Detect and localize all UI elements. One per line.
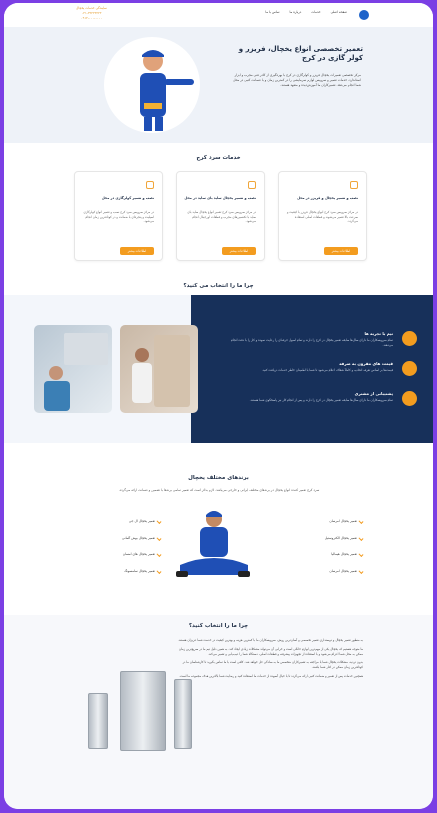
handshake-icon bbox=[402, 361, 417, 376]
service-card: نصب و تعمیر یخچال و فریزر در محل در مرکز… bbox=[278, 171, 367, 261]
service-cards: نصب و تعمیر یخچال و فریزر در محل در مرکز… bbox=[72, 171, 367, 261]
technician-photo bbox=[34, 325, 112, 413]
hero-section: تعمیر تخصصی انواع یخچال، فریزر و کولر گا… bbox=[4, 27, 433, 143]
logo[interactable] bbox=[359, 10, 369, 20]
feature-title: پشتیبانی از مشتری bbox=[354, 391, 393, 396]
brands-list-left: تعمیر یخچال ال جی تعمیر یخچال بوش آلمانی… bbox=[75, 519, 161, 585]
feature-title: قیمت های مقرون به صرفه bbox=[339, 361, 393, 366]
brands-subtitle: سرد کرج تعمیر کننده انواع یخچال در برنده… bbox=[118, 488, 320, 492]
feature-item: قیمت های مقرون به صرفه قیمت‌ها بر اساس ت… bbox=[221, 359, 417, 387]
team-icon bbox=[402, 331, 417, 346]
feature-text: قیمت‌ها بر اساس تعرفه اتحادیه و کاملاً ش… bbox=[261, 368, 393, 372]
fridge-image bbox=[88, 693, 108, 749]
card-title: نصب و تعمیر یخچال و فریزر در محل bbox=[297, 196, 358, 200]
fridge-image bbox=[174, 679, 192, 749]
brand-item[interactable]: تعمیر یخچال بوش آلمانی bbox=[75, 536, 161, 541]
support-icon bbox=[402, 391, 417, 406]
service-card: نصب و تعمیر کولرگازی در محل در مرکز سروی… bbox=[74, 171, 163, 261]
hero-text: مرکز تخصصی تعمیرات یخچال فریزر و کولرگاز… bbox=[233, 73, 361, 87]
feature-item: تیم با تجربه ها تمام سرویسکاران ما دارای… bbox=[221, 329, 417, 357]
services-title: خدمات سرد کرج bbox=[196, 155, 241, 161]
why-choose-text: به منظور تعمیر یخچال و دوستداری تعمیر تخ… bbox=[173, 638, 363, 683]
nav-item-home[interactable]: صفحه اصلی bbox=[331, 10, 347, 14]
brand-item[interactable]: تعمیر یخچال های امسان bbox=[75, 552, 161, 557]
side-by-side-fridge-image bbox=[120, 671, 166, 751]
more-info-button[interactable]: اطلاعات بیشتر bbox=[120, 247, 154, 255]
more-info-button[interactable]: اطلاعات بیشتر bbox=[222, 247, 256, 255]
technician-sitting-illustration bbox=[176, 511, 250, 577]
feature-text: تمام سرویسکاران ما دارای سال‌ها سابقه تع… bbox=[249, 398, 393, 402]
brands-list-right: تعمیر یخچال امرسان تعمیر یخچال الکتروستی… bbox=[277, 519, 363, 585]
card-title: نصب و تعمیر یخچال ساید بای ساید در محل bbox=[184, 196, 256, 200]
brand-item[interactable]: تعمیر یخچال هیمالیا bbox=[277, 552, 363, 557]
hero-title: تعمیر تخصصی انواع یخچال، فریزر و کولر گا… bbox=[238, 45, 363, 62]
brand-item[interactable]: تعمیر یخچال امرسان bbox=[277, 519, 363, 524]
air-conditioner-icon bbox=[146, 181, 154, 189]
card-title: نصب و تعمیر کولرگازی در محل bbox=[101, 196, 154, 200]
feature-title: تیم با تجربه ها bbox=[364, 331, 393, 336]
nav-item-about[interactable]: درباره ما bbox=[290, 10, 302, 14]
card-text: در مرکز سرویس سرد کرج انواع یخچال فریزر … bbox=[286, 210, 358, 224]
card-text: در مرکز سرویس سرد کرج نصب و تعمیر انواع … bbox=[83, 210, 154, 224]
feature-item: پشتیبانی از مشتری تمام سرویسکاران ما دار… bbox=[221, 389, 417, 417]
paragraph: بدون تردید، مشکلات یخچال شما با مراجعه ب… bbox=[182, 660, 363, 670]
technician-illustration bbox=[140, 50, 194, 131]
service-card: نصب و تعمیر یخچال ساید بای ساید در محل د… bbox=[176, 171, 265, 261]
card-text: در مرکز سرویس سرد کرج تعمیر انواع یخچال … bbox=[187, 210, 256, 224]
nav-item-contact[interactable]: تماس با ما bbox=[265, 10, 279, 14]
top-bar: صفحه اصلی خدمات درباره ما تماس با ما نما… bbox=[4, 3, 433, 27]
brand-item[interactable]: تعمیر یخچال سامسونگ bbox=[75, 569, 161, 574]
brand-item[interactable]: تعمیر یخچال الکتروستیل bbox=[277, 536, 363, 541]
paragraph: ما متوجه هستیم که یخچال یکی از مهم‌ترین … bbox=[178, 646, 363, 656]
brands-title: برندهای مختلف یخچال bbox=[188, 475, 249, 481]
more-info-button[interactable]: اطلاعات بیشتر bbox=[324, 247, 358, 255]
header-contact: نمایندگی خدمات یخچال ۰۲۱-۲۲۲۲۲۲۲۲ ۰۹۱۲-۰… bbox=[76, 6, 107, 21]
page-frame: صفحه اصلی خدمات درباره ما تماس با ما نما… bbox=[4, 3, 433, 809]
brand-item[interactable]: تعمیر یخچال ال جی bbox=[75, 519, 161, 524]
fridge-icon bbox=[350, 181, 358, 189]
brand-item[interactable]: تعمیر یخچال امرسان bbox=[277, 569, 363, 574]
nav-item-services[interactable]: خدمات bbox=[311, 10, 320, 14]
ac-technician-image bbox=[44, 333, 108, 411]
why-choose-title: چرا ما را انتخاب کنید؟ bbox=[188, 623, 249, 629]
technician-photo bbox=[120, 325, 198, 413]
fridge-icon bbox=[248, 181, 256, 189]
feature-text: تمام سرویسکاران ما دارای سال‌ها سابقه تع… bbox=[231, 338, 393, 347]
hero-image bbox=[104, 37, 200, 133]
main-nav: صفحه اصلی خدمات درباره ما تماس با ما bbox=[265, 10, 347, 14]
paragraph: به منظور تعمیر یخچال و دوستداری تعمیر تخ… bbox=[177, 638, 363, 642]
contact-mobile[interactable]: ۰۹۱۲-۰۰۰-۰۰۰۰ bbox=[76, 16, 107, 21]
fridge-technician-image bbox=[132, 335, 190, 407]
why-title: چرا ما را انتخاب می کنید؟ bbox=[183, 283, 254, 289]
paragraph: همچنین خدمات پس از تعمیر و ضمانت کتبی ار… bbox=[179, 673, 363, 678]
